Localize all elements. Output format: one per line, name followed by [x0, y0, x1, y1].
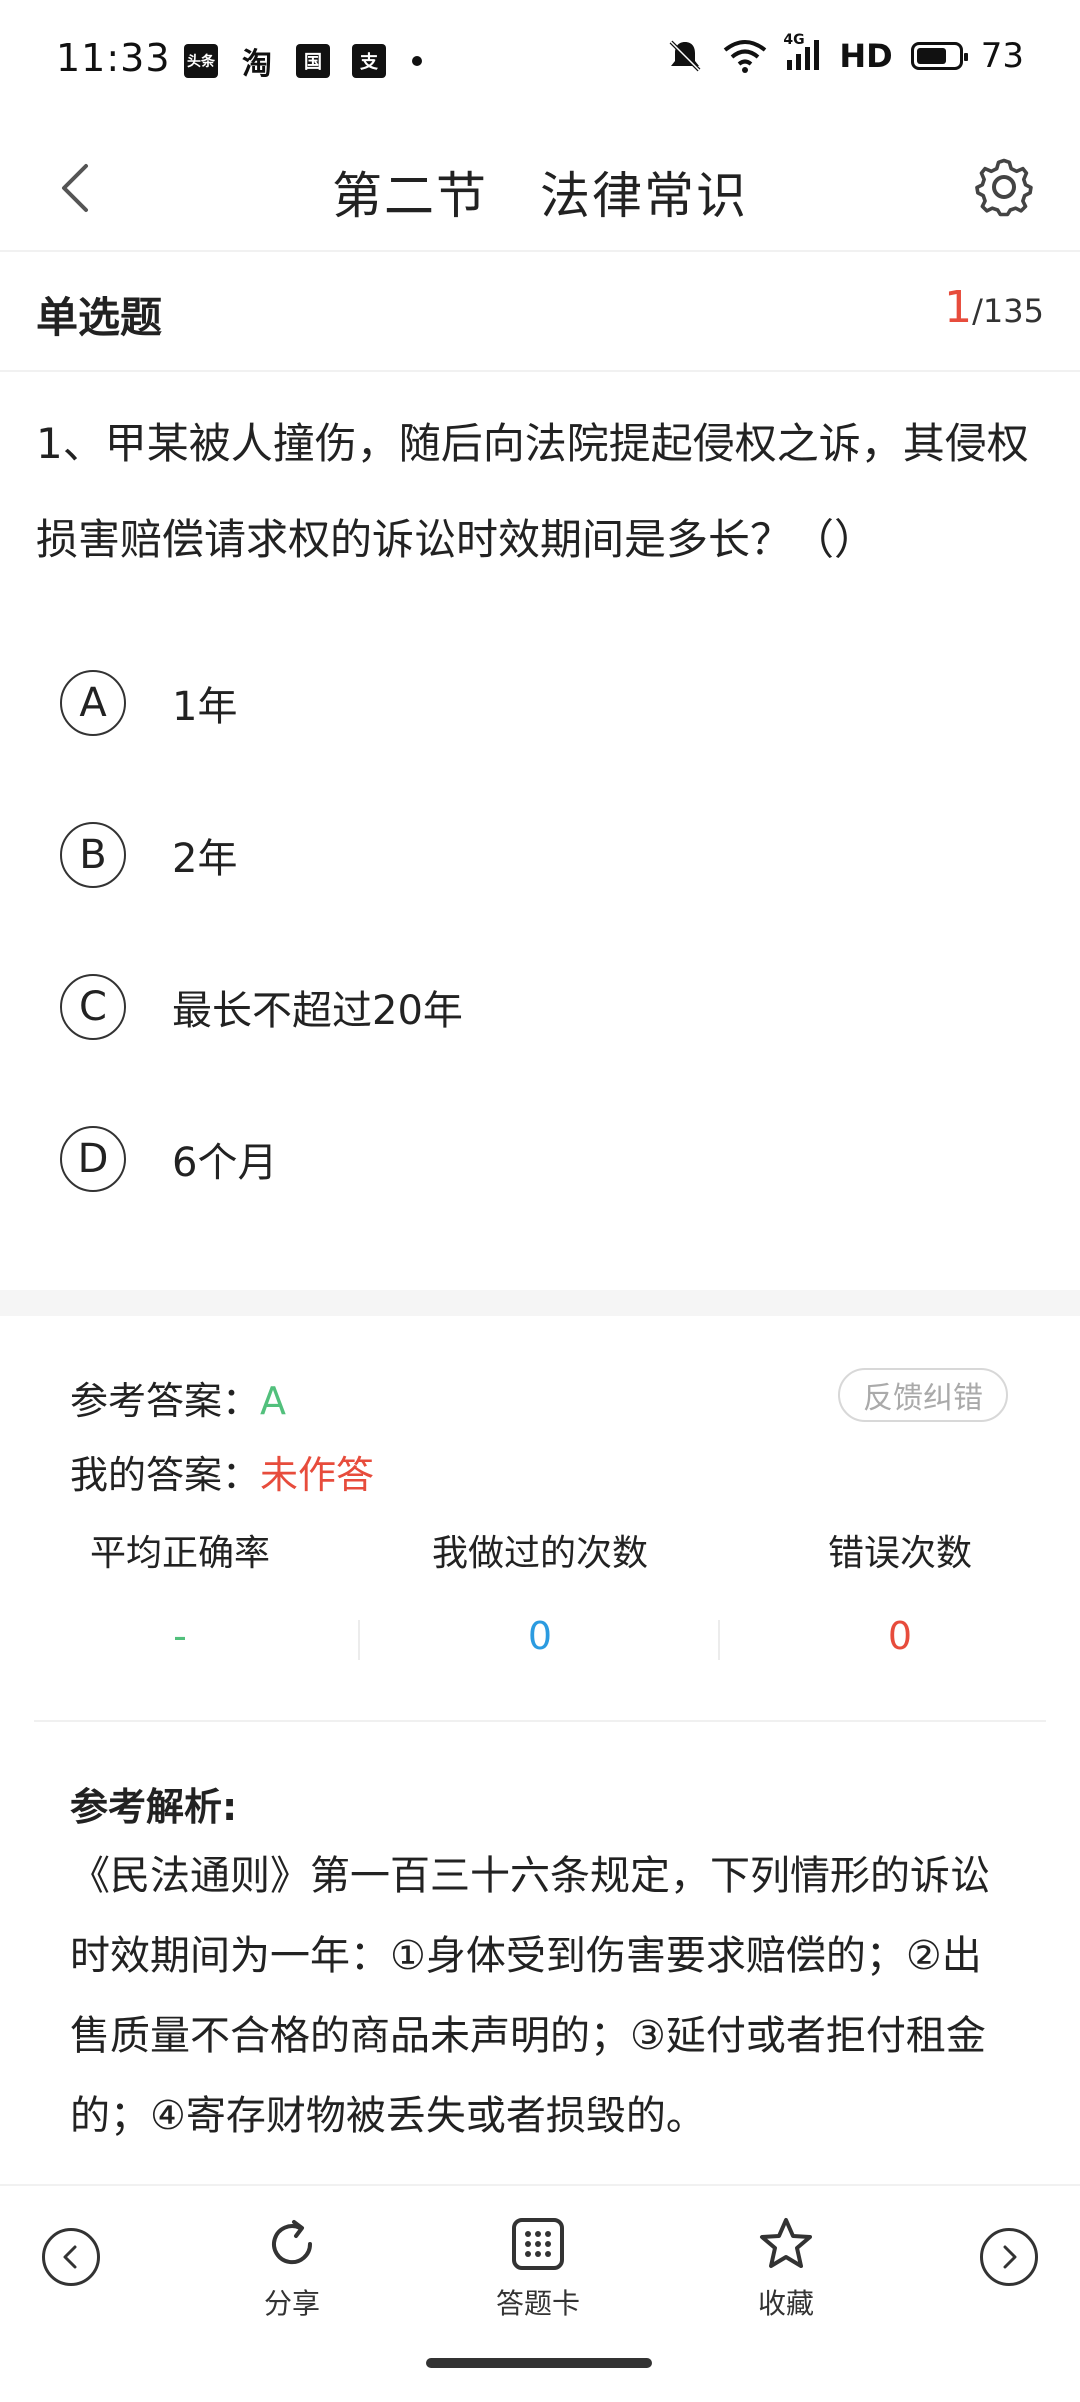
analysis-body: 《民法通则》第一百三十六条规定，下列情形的诉讼时效期间为一年：①身体受到伤害要求… — [70, 1853, 990, 2139]
stat-label-accuracy: 平均正确率 — [89, 1533, 270, 1574]
my-answer-value: 未作答 — [260, 1453, 375, 1497]
battery-percent: 73 — [980, 36, 1024, 76]
status-indicators: 4G HD 73 — [665, 32, 1024, 76]
previous-question-button[interactable] — [42, 2228, 100, 2286]
stat-separator — [718, 1620, 720, 1660]
my-answer: 我的答案：未作答 — [70, 1444, 374, 1499]
stat-value-errors: 0 — [887, 1614, 913, 1658]
gear-icon — [975, 158, 1033, 217]
option-c[interactable]: C 最长不超过20年 — [60, 962, 1020, 1052]
stat-label-errors: 错误次数 — [827, 1533, 972, 1574]
answer-card-label: 答题卡 — [495, 2287, 580, 2320]
section-divider — [0, 1290, 1080, 1316]
option-text: 2年 — [172, 836, 238, 882]
status-app-icons: 头条 淘 国 支 — [184, 44, 422, 82]
favorite-button[interactable]: 收藏 — [706, 2214, 866, 2322]
mute-bell-icon — [669, 40, 701, 72]
stat-value-accuracy: - — [173, 1614, 187, 1658]
stat-value-attempts: 0 — [527, 1614, 553, 1658]
stat-separator — [358, 1620, 360, 1660]
alipay-app-icon: 支 — [352, 44, 386, 78]
answer-card-button[interactable]: 答题卡 — [458, 2214, 618, 2322]
reference-answer-value: A — [260, 1379, 287, 1423]
signal-indicator: 4G — [783, 32, 821, 72]
notification-dot-icon — [412, 56, 422, 66]
option-text: 6个月 — [172, 1140, 278, 1186]
chevron-left-icon — [63, 2245, 77, 2269]
question-progress: 1/135 — [944, 282, 1044, 333]
stat-label-attempts: 我做过的次数 — [431, 1533, 648, 1574]
home-indicator[interactable] — [426, 2358, 652, 2368]
star-icon — [760, 2218, 812, 2268]
battery-icon — [910, 42, 968, 70]
option-a[interactable]: A 1年 — [60, 658, 1020, 748]
network-type: 4G — [783, 32, 805, 48]
option-text: 最长不超过20年 — [172, 988, 463, 1034]
option-letter-circle: D — [60, 1126, 126, 1192]
header: 第二节 法律常识 — [0, 126, 1080, 252]
option-b[interactable]: B 2年 — [60, 810, 1020, 900]
hd-indicator: HD — [839, 37, 893, 75]
taobao-app-icon: 淘 — [242, 47, 272, 82]
grid-icon — [512, 2218, 564, 2270]
next-question-button[interactable] — [980, 2228, 1038, 2286]
status-bar: 11:33 头条 淘 国 支 4G HD 73 — [0, 0, 1080, 126]
option-letter-circle: B — [60, 822, 126, 888]
guoguo-app-icon: 国 — [296, 44, 330, 78]
option-letter-circle: C — [60, 974, 126, 1040]
battery-fill — [916, 48, 946, 64]
settings-button[interactable] — [964, 148, 1044, 228]
favorite-label: 收藏 — [757, 2287, 814, 2320]
bottom-toolbar: 分享 答题卡 收藏 — [0, 2184, 1080, 2402]
analysis-divider — [34, 1720, 1046, 1722]
reference-answer: 参考答案：A — [70, 1370, 286, 1425]
toutiao-app-icon: 头条 — [184, 44, 218, 78]
reference-answer-label: 参考答案： — [70, 1379, 261, 1423]
share-label: 分享 — [263, 2287, 320, 2320]
share-button[interactable]: 分享 — [212, 2214, 372, 2322]
share-refresh-icon — [272, 2220, 313, 2265]
my-answer-label: 我的答案： — [70, 1453, 261, 1497]
wifi-icon — [724, 40, 767, 73]
analysis-title: 参考解析: — [70, 1785, 238, 1829]
question-text: 1、甲某被人撞伤，随后向法院提起侵权之诉，其侵权损害赔偿请求权的诉讼时效期间是多… — [36, 419, 1029, 564]
question-type-label: 单选题 — [36, 293, 163, 342]
page-title: 第二节 法律常识 — [332, 167, 748, 225]
question-type-row: 单选题 1/135 — [0, 252, 1080, 372]
option-d[interactable]: D 6个月 — [60, 1114, 1020, 1204]
option-letter-circle: A — [60, 670, 126, 736]
status-time: 11:33 — [56, 36, 171, 80]
current-question-number: 1 — [944, 282, 973, 333]
total-question-count: /135 — [972, 292, 1044, 330]
option-text: 1年 — [172, 684, 238, 730]
chevron-right-icon — [1003, 2245, 1017, 2269]
feedback-button[interactable]: 反馈纠错 — [838, 1368, 1008, 1422]
